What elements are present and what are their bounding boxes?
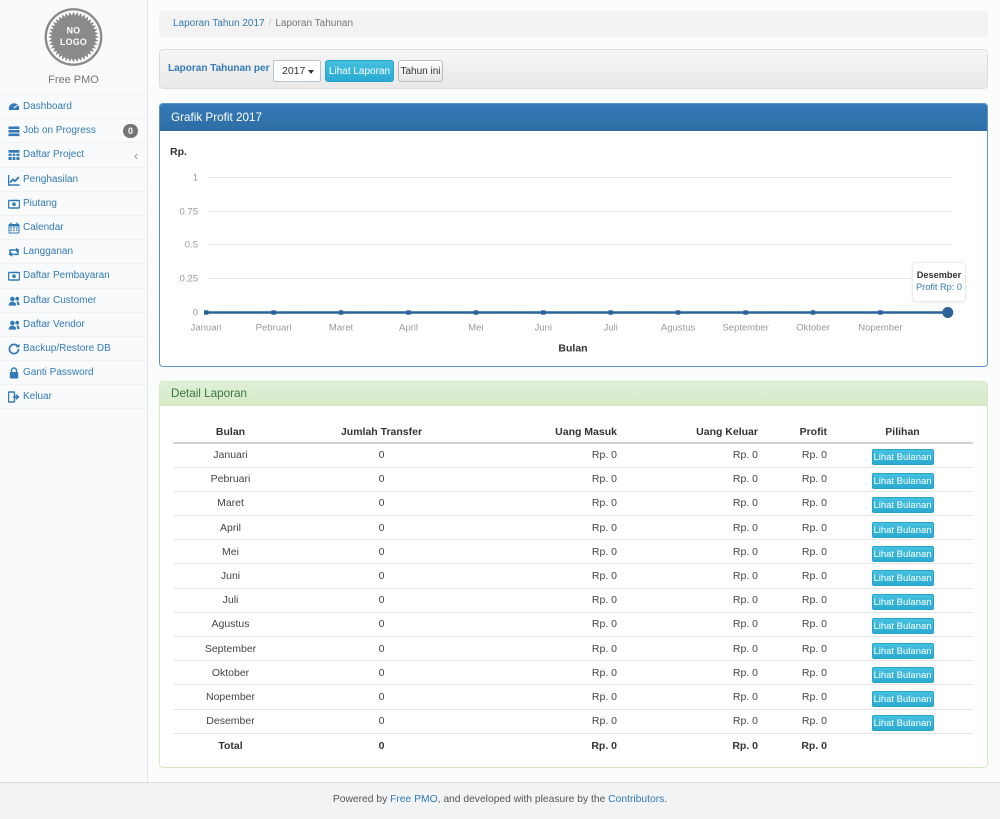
svg-text:Agustus: Agustus: [661, 323, 696, 334]
svg-text:Bulan: Bulan: [558, 343, 587, 355]
svg-text:1: 1: [193, 173, 198, 184]
svg-text:Juni: Juni: [535, 323, 552, 334]
svg-text:0.5: 0.5: [185, 240, 198, 251]
svg-text:LOGO: LOGO: [60, 37, 87, 47]
svg-text:NO: NO: [67, 26, 81, 36]
svg-text:0.25: 0.25: [180, 274, 199, 285]
svg-text:0.75: 0.75: [180, 207, 199, 218]
svg-text:Rp.: Rp.: [170, 146, 187, 158]
svg-text:Mei: Mei: [468, 323, 483, 334]
svg-text:Nopember: Nopember: [858, 323, 902, 334]
svg-text:Juli: Juli: [604, 323, 618, 334]
svg-text:Pebruari: Pebruari: [256, 323, 292, 334]
svg-text:Januari: Januari: [191, 323, 222, 334]
svg-text:Oktober: Oktober: [796, 323, 830, 334]
svg-text:September: September: [722, 323, 768, 334]
svg-text:0: 0: [193, 308, 198, 319]
svg-text:April: April: [399, 323, 418, 334]
svg-text:Maret: Maret: [329, 323, 354, 334]
